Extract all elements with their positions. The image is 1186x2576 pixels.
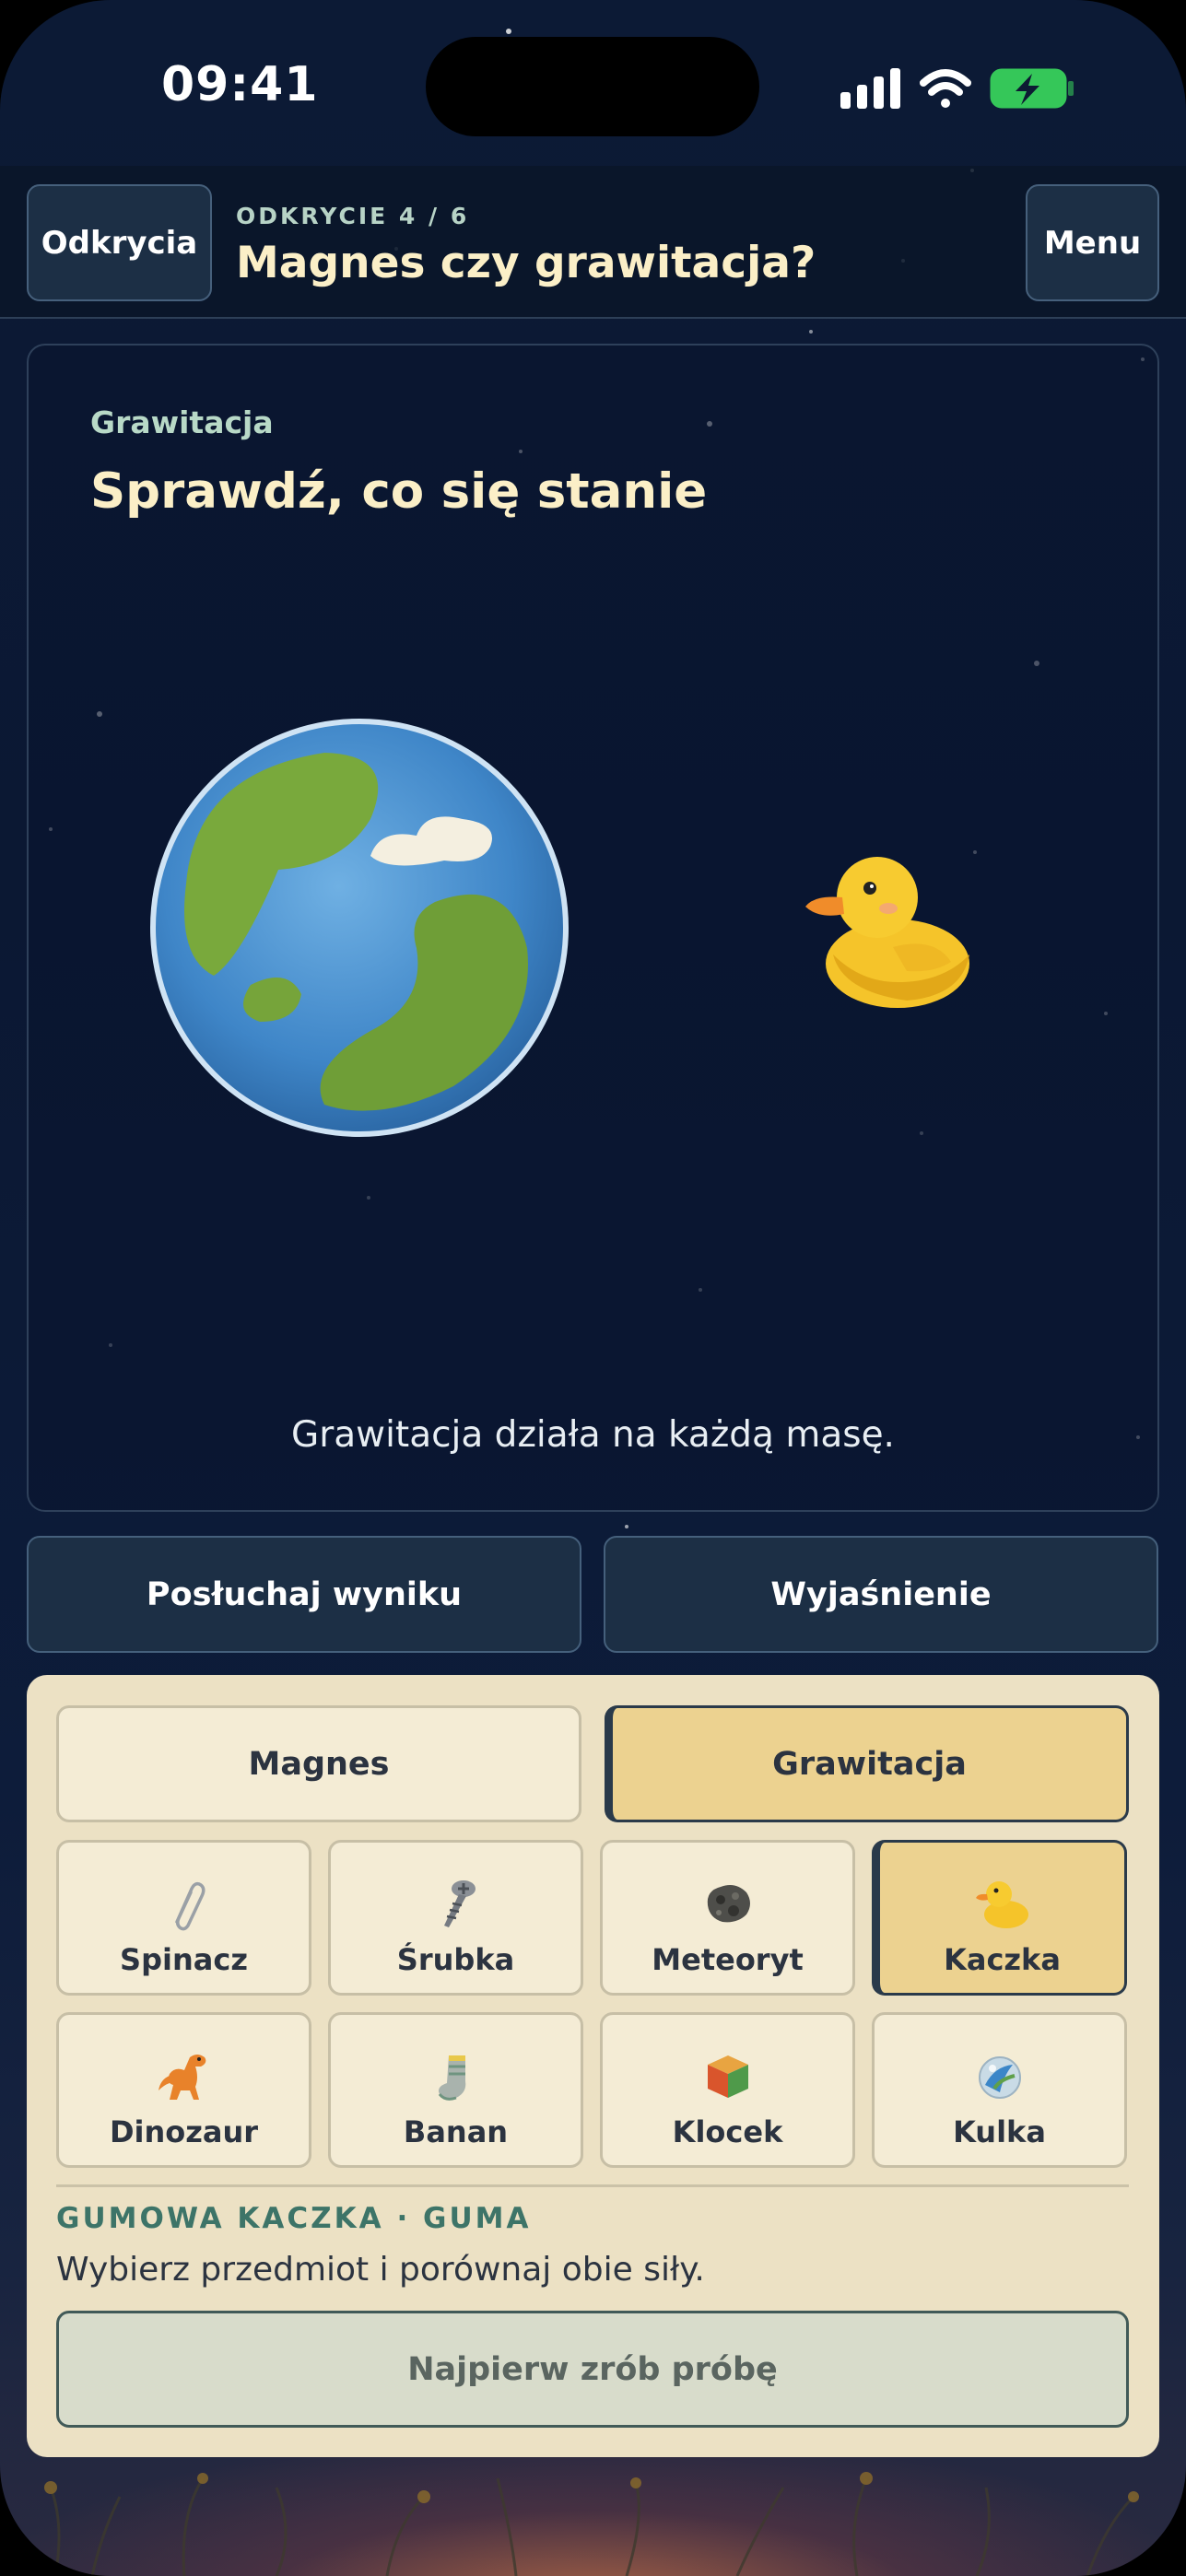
item-label: Dinozaur: [109, 2114, 259, 2149]
magnet-force-button[interactable]: Magnes: [56, 1705, 581, 1822]
item-duck-selected[interactable]: Kaczka: [872, 1840, 1127, 1996]
experiment-caption: Grawitacja działa na każdą masę.: [291, 1414, 895, 1456]
item-label: Meteoryt: [652, 1942, 804, 1977]
discoveries-button[interactable]: Odkrycia: [27, 184, 212, 301]
experiment-panel: Grawitacja Sprawdź, co się stanie Grawit…: [27, 344, 1159, 1512]
discovery-progress: ODKRYCIE 4 / 6: [236, 203, 470, 229]
menu-button[interactable]: Menu: [1026, 184, 1159, 301]
battery-charging-icon: [990, 68, 1074, 109]
item-label: Banan: [403, 2114, 509, 2149]
item-meteorite[interactable]: Meteoryt: [600, 1840, 855, 1996]
grass-silhouette-decoration: [44, 2472, 1139, 2576]
page-title: Magnes czy grawitacja?: [236, 238, 816, 288]
gravity-force-button[interactable]: Grawitacja: [605, 1705, 1129, 1822]
duck-icon: [975, 1881, 1028, 1928]
status-icons: [840, 68, 1074, 109]
phone-screen: 09:41 Odkrycia ODKRYCIE 4 / 6 Magnes czy…: [0, 0, 1186, 2576]
wifi-icon: [920, 69, 971, 108]
item-screw[interactable]: Śrubka: [328, 1840, 583, 1996]
divider: [56, 2184, 1129, 2187]
item-label: Kulka: [953, 2114, 1046, 2149]
sock-icon: [438, 2055, 465, 2101]
status-time: 09:41: [161, 57, 319, 112]
instruction-text: Wybierz przedmiot i porównaj obie siły.: [56, 2251, 705, 2289]
controls-card: Magnes Grawitacja Spinacz Śrubka Meteory…: [27, 1675, 1159, 2457]
dynamic-island: [426, 37, 759, 136]
paperclip-icon: [174, 1881, 205, 1931]
dinosaur-icon: [158, 2055, 205, 2100]
item-dinosaur[interactable]: Dinozaur: [56, 2012, 311, 2168]
item-banana[interactable]: Banan: [328, 2012, 583, 2168]
cellular-signal-icon: [840, 68, 900, 109]
status-bar: 09:41: [0, 0, 1186, 166]
item-block[interactable]: Klocek: [600, 2012, 855, 2168]
item-label: Klocek: [672, 2114, 783, 2149]
experiment-mode-label: Grawitacja: [90, 404, 274, 440]
selected-item-meta: GUMOWA KACZKA · GUMA: [56, 2202, 532, 2235]
item-paperclip[interactable]: Spinacz: [56, 1840, 311, 1996]
screw-icon: [443, 1880, 476, 1927]
rubber-duck-icon: [805, 857, 969, 1008]
meteorite-icon: [707, 1885, 750, 1923]
listen-result-button[interactable]: Posłuchaj wyniku: [27, 1536, 581, 1653]
experiment-title: Sprawdź, co się stanie: [90, 463, 708, 520]
item-label: Spinacz: [120, 1942, 248, 1977]
item-label: Śrubka: [396, 1942, 515, 1977]
item-marble[interactable]: Kulka: [872, 2012, 1127, 2168]
earth-icon: [150, 719, 569, 1137]
explanation-button[interactable]: Wyjaśnienie: [604, 1536, 1158, 1653]
marble-icon: [978, 2056, 1021, 2099]
item-label: Kaczka: [944, 1942, 1061, 1977]
app-header: Odkrycia ODKRYCIE 4 / 6 Magnes czy grawi…: [0, 166, 1186, 319]
block-icon: [707, 2055, 748, 2098]
try-first-button[interactable]: Najpierw zrób próbę: [56, 2311, 1129, 2428]
